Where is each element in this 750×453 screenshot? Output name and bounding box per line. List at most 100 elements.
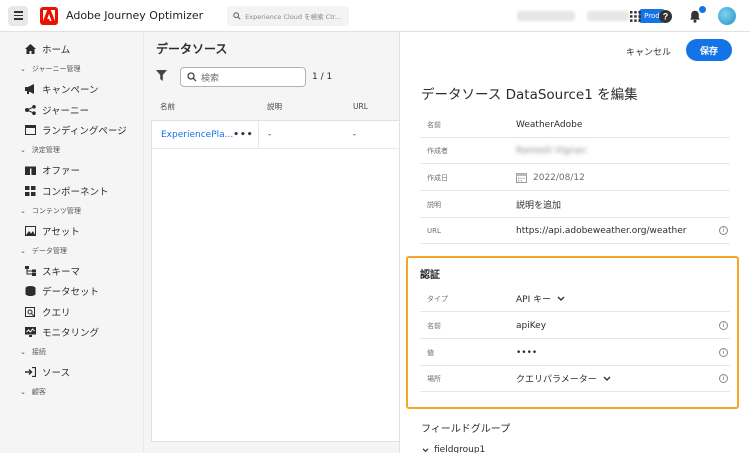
table-body: ExperiencePla... ••• - - [151,120,400,442]
sidebar-item-landing-pages[interactable]: ランディングページ [0,121,143,139]
adobe-logo-icon [40,6,58,25]
edit-data-source-panel: キャンセル 保存 データソース DataSource1 を編集 名前 Weath… [399,32,750,453]
svg-text:?: ? [662,11,668,21]
sidebar-item-datasets[interactable]: データセット [0,282,143,300]
info-icon[interactable]: i [719,348,728,357]
description-field[interactable]: 説明を追加 [516,198,561,211]
sidebar-item-label: ランディングページ [42,126,127,137]
auth-name-field[interactable]: apiKey [516,321,546,331]
auth-type-dropdown[interactable]: API キー [516,292,565,305]
chevron-down-icon: ⌄ [20,246,26,255]
field-group-toggle[interactable]: fieldgroup1 [422,445,485,453]
source-import-icon [25,367,36,378]
auth-value-field[interactable]: •••• [516,348,537,358]
sidebar-item-label: キャンペーン [42,85,99,96]
auth-row-type: タイプ API キー [420,286,730,312]
landing-page-icon [25,125,36,136]
created-by-value: Ramesh Vignan [516,145,587,156]
sidebar-item-assets[interactable]: アセット [0,222,143,240]
megaphone-icon [25,84,36,95]
list-title: データソース [156,42,228,56]
auth-location-dropdown[interactable]: クエリパラメーター [516,372,611,385]
sidebar-section-data[interactable]: ⌄ データ管理 [0,244,143,258]
field-group-name: fieldgroup1 [434,445,486,453]
sidebar-item-sources[interactable]: ソース [0,363,143,381]
sidebar-section-connections[interactable]: ⌄ 接続 [0,345,143,359]
sidebar-section-decisions[interactable]: ⌄ 決定管理 [0,143,143,157]
auth-row-name: 名前 apiKey i [420,313,730,339]
column-header-description[interactable]: 説明 [258,101,344,112]
field-label: タイプ [427,294,448,303]
field-label: 作成日 [427,173,448,182]
auth-location-value: クエリパラメーター [516,375,597,385]
field-label: 名前 [427,120,441,129]
sidebar-section-journey[interactable]: ⌄ ジャーニー管理 [0,62,143,76]
column-header-name[interactable]: 名前 [151,101,258,112]
save-button[interactable]: 保存 [686,39,732,61]
sidebar-section-label: コンテンツ管理 [31,206,81,215]
info-icon[interactable]: i [719,321,728,330]
sidebar-item-offers[interactable]: オファー [0,161,143,179]
sidebar-section-label: ジャーニー管理 [31,65,81,73]
chevron-down-icon [603,376,611,381]
components-icon [25,185,36,196]
field-label: 場所 [427,374,441,383]
data-source-name-link[interactable]: ExperiencePla... [161,130,233,140]
created-date-value: 2022/08/12 [516,172,585,183]
sidebar-section-customers[interactable]: ⌄ 顧客 [0,385,143,399]
chevron-down-icon: ⌄ [20,348,26,356]
notifications-bell-icon[interactable] [688,6,706,23]
name-field[interactable]: WeatherAdobe [516,120,582,130]
url-field[interactable]: https://api.adobeweather.org/weather [516,226,686,236]
sidebar-item-label: データセット [42,287,100,298]
top-bar: Adobe Journey Optimizer Experience Cloud… [0,0,750,32]
help-icon[interactable]: ? [658,9,672,23]
column-header-url[interactable]: URL [344,102,400,111]
sidebar-item-journeys[interactable]: ジャーニー [0,101,143,119]
filter-icon[interactable] [156,70,167,84]
chevron-down-icon: ⌄ [20,146,26,154]
org-switcher[interactable] [517,10,576,21]
menu-icon[interactable] [8,5,28,26]
sandbox-switcher[interactable] [587,10,630,21]
sidebar-item-label: モニタリング [42,328,100,339]
global-search-input[interactable]: Experience Cloud を検索 Ctr... [227,5,350,26]
sidebar-item-components[interactable]: コンポーネント [0,182,143,200]
info-icon[interactable]: i [719,374,728,383]
sidebar-section-content[interactable]: ⌄ コンテンツ管理 [0,204,143,218]
schema-icon [25,265,36,276]
notification-dot [699,6,706,13]
field-row-created-by: 作成者 Ramesh Vignan [420,138,730,164]
sidebar-item-monitoring[interactable]: モニタリング [0,323,143,341]
page-title: データソース DataSource1 を編集 [421,87,638,103]
sidebar-item-label: ソース [42,368,71,379]
query-icon [25,306,36,317]
apps-grid-icon[interactable] [628,9,642,23]
field-row-url: URL https://api.adobeweather.org/weather… [420,218,730,244]
sidebar-section-label: 顧客 [31,388,46,396]
sidebar-item-label: クエリ [42,307,71,319]
auth-type-value: API キー [516,295,552,305]
app-title[interactable]: Adobe Journey Optimizer [66,9,203,22]
sidebar-item-label: コンポーネント [42,186,109,198]
field-groups-title: フィールドグループ [421,424,511,435]
more-actions-icon[interactable]: ••• [233,130,253,140]
cancel-button[interactable]: キャンセル [622,43,675,60]
chevron-down-icon: ⌄ [20,65,26,73]
sidebar-item-queries[interactable]: クエリ [0,303,143,321]
field-label: 値 [427,348,434,357]
table-cell-name[interactable]: ExperiencePla... ••• [152,121,259,148]
sidebar-item-label: アセット [42,226,80,238]
table-row[interactable]: ExperiencePla... ••• - - [152,121,399,149]
sidebar-item-campaigns[interactable]: キャンペーン [0,80,143,98]
sidebar-item-label: ジャーニー [42,105,90,117]
field-label: 説明 [427,200,441,209]
sidebar-item-home[interactable]: ホーム [0,40,143,58]
sidebar-section-label: 決定管理 [31,146,60,154]
list-search-input[interactable]: 検索 [180,67,306,87]
info-icon[interactable]: i [719,226,728,235]
field-label: 作成者 [427,146,448,155]
chevron-down-icon: ⌄ [20,388,26,396]
sidebar-item-schemas[interactable]: スキーマ [0,262,143,280]
user-avatar[interactable] [718,7,736,25]
